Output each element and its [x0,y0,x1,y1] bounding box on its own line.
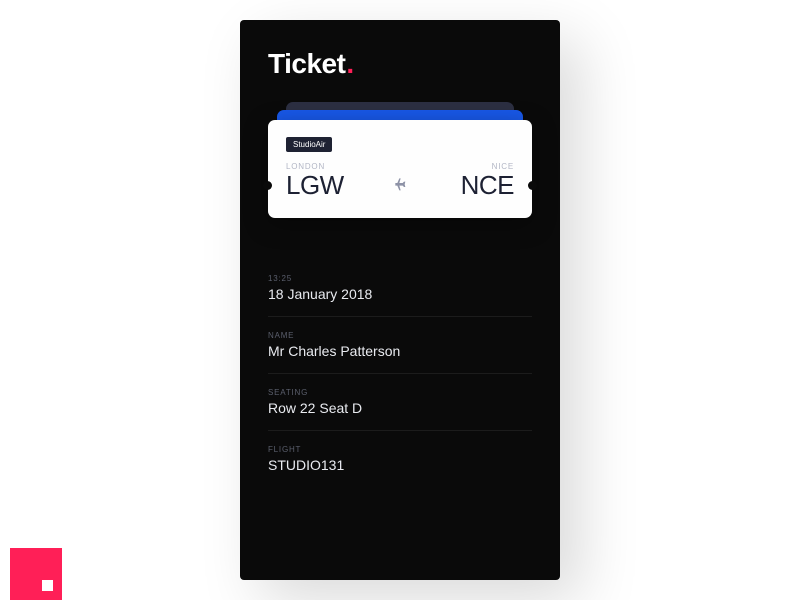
flight-route: LONDON LGW NICE NCE [286,162,514,200]
detail-value: Mr Charles Patterson [268,343,532,359]
detail-value: Row 22 Seat D [268,400,532,416]
ticket-app-screen: Ticket . StudioAir LONDON LGW NICE [240,20,560,580]
detail-row-name: NAME Mr Charles Patterson [268,317,532,374]
ticket-card[interactable]: StudioAir LONDON LGW NICE NCE [268,120,532,218]
ticket-details-list: 13:25 18 January 2018 NAME Mr Charles Pa… [268,260,532,487]
ticket-notch-left [263,181,272,190]
origin-group: LONDON LGW [286,162,344,200]
detail-value: STUDIO131 [268,457,532,473]
title-accent-dot: . [346,48,354,80]
plane-icon [394,175,410,196]
origin-code: LGW [286,171,344,200]
ticket-card-stack[interactable]: StudioAir LONDON LGW NICE NCE [268,102,532,232]
brand-watermark [10,548,62,600]
detail-label: SEATING [268,388,532,397]
detail-row-departure: 13:25 18 January 2018 [268,260,532,317]
airline-badge: StudioAir [286,137,332,152]
detail-label: FLIGHT [268,445,532,454]
detail-value: 18 January 2018 [268,286,532,302]
destination-code: NCE [461,171,514,200]
screen-header: Ticket . [268,48,532,80]
ticket-notch-right [528,181,537,190]
detail-row-flight: FLIGHT STUDIO131 [268,431,532,487]
detail-label: 13:25 [268,274,532,283]
detail-label: NAME [268,331,532,340]
detail-row-seating: SEATING Row 22 Seat D [268,374,532,431]
page-title: Ticket [268,48,345,80]
destination-group: NICE NCE [461,162,514,200]
